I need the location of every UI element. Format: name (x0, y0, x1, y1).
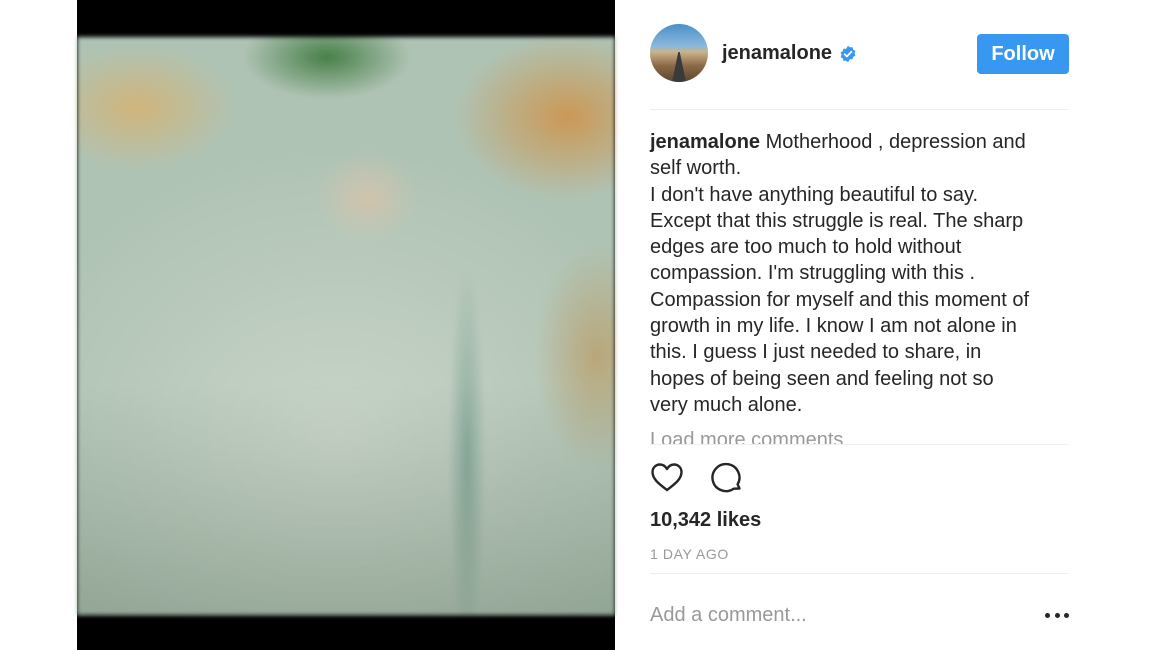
caption-username-link[interactable]: jenamalone (650, 131, 760, 153)
comment-input[interactable] (650, 601, 1030, 629)
load-more-label: Load more comments (650, 429, 844, 444)
caption-line: this. I guess I just needed to share, in (650, 341, 982, 364)
verified-badge-icon (840, 45, 856, 62)
post-timestamp[interactable]: 1 DAY AGO (650, 546, 729, 562)
caption-line: compassion. I'm struggling with this . (650, 262, 976, 285)
likes-count[interactable]: 10,342 likes (650, 509, 761, 532)
caption-line: hopes of being seen and feeling not so (650, 367, 994, 390)
more-options-button[interactable] (1045, 606, 1069, 624)
username-link[interactable]: jenamalone (722, 42, 832, 65)
caption-line-text: Motherhood , depression and (765, 131, 1026, 153)
post-media[interactable] (77, 0, 615, 650)
caption-line: very much alone. (650, 393, 803, 416)
post-side-panel: jenamalone Follow jenamalone Motherhood … (650, 0, 1069, 650)
ellipsis-icon (1064, 612, 1069, 618)
footer-divider (650, 573, 1069, 574)
avatar-road-graphic (672, 52, 686, 82)
comment-icon[interactable] (710, 461, 744, 495)
comments-divider (650, 444, 1069, 445)
caption-line: jenamalone Motherhood , depression and (650, 129, 1069, 155)
caption-line: growth in my life. I know I am not alone… (650, 315, 1017, 338)
caption-line: self worth. (650, 157, 742, 180)
caption-line: edges are too much to hold without (650, 236, 962, 259)
ellipsis-icon (1054, 612, 1060, 618)
post-header: jenamalone Follow (650, 24, 1069, 84)
avatar[interactable] (650, 24, 708, 82)
caption-line: Except that this struggle is real. The s… (650, 209, 1024, 232)
username-row: jenamalone (722, 42, 857, 65)
post-caption: jenamalone Motherhood , depression and s… (650, 129, 1069, 418)
caption-line: I don't have anything beautiful to say. (650, 183, 979, 206)
post-photo-overlay (77, 37, 615, 615)
header-divider (650, 109, 1069, 110)
load-more-comments[interactable]: Load more comments (650, 427, 1069, 444)
post-actions (650, 461, 770, 495)
follow-button[interactable]: Follow (977, 34, 1069, 74)
heart-icon[interactable] (650, 461, 684, 495)
caption-line: Compassion for myself and this moment of (650, 288, 1030, 311)
ellipsis-icon (1045, 612, 1050, 618)
